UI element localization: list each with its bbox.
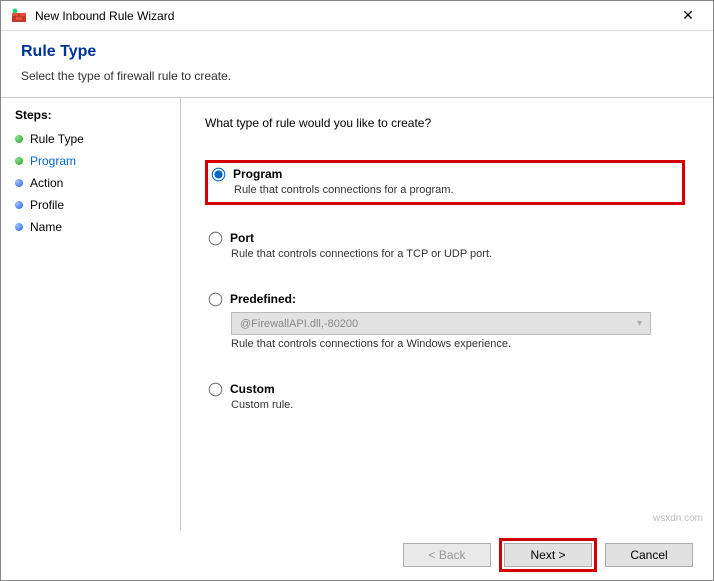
option-predefined-title: Predefined: [230,292,296,306]
cancel-button[interactable]: Cancel [605,543,693,567]
steps-heading: Steps: [15,108,166,122]
option-port: Port Rule that controls connections for … [205,227,685,266]
next-button-highlight: Next > [499,538,597,572]
step-label: Profile [30,198,64,212]
wizard-footer: < Back Next > Cancel [1,530,713,580]
bullet-icon [15,135,23,143]
page-title: Rule Type [21,43,693,61]
option-custom-title: Custom [230,382,275,396]
predefined-dropdown: @FirewallAPI.dll,-80200 ▾ [231,312,651,335]
step-rule-type[interactable]: Rule Type [15,128,166,150]
option-custom-desc: Custom rule. [231,399,681,411]
step-program[interactable]: Program [15,150,166,172]
option-port-desc: Rule that controls connections for a TCP… [231,248,681,260]
page-subtitle: Select the type of firewall rule to crea… [21,69,693,83]
option-program: Program Rule that controls connections f… [205,160,685,205]
option-predefined: Predefined: @FirewallAPI.dll,-80200 ▾ Ru… [205,288,685,356]
wizard-header: Rule Type Select the type of firewall ru… [1,31,713,87]
next-button[interactable]: Next > [504,543,592,567]
step-label: Action [30,176,63,190]
step-action[interactable]: Action [15,172,166,194]
option-program-desc: Rule that controls connections for a pro… [234,184,678,196]
step-label: Name [30,220,62,234]
bullet-icon [15,201,23,209]
back-button: < Back [403,543,491,567]
bullet-icon [15,223,23,231]
radio-predefined[interactable] [209,292,223,306]
option-port-title: Port [230,231,254,245]
step-label: Rule Type [30,132,84,146]
option-program-title: Program [233,167,282,181]
content-prompt: What type of rule would you like to crea… [205,116,685,130]
window-title: New Inbound Rule Wizard [35,9,673,23]
step-name[interactable]: Name [15,216,166,238]
radio-custom[interactable] [209,382,223,396]
wizard-content: What type of rule would you like to crea… [181,98,713,530]
steps-sidebar: Steps: Rule Type Program Action Profile … [1,98,181,530]
bullet-icon [15,179,23,187]
option-custom: Custom Custom rule. [205,378,685,417]
wizard-window: New Inbound Rule Wizard ✕ Rule Type Sele… [0,0,714,581]
radio-program[interactable] [212,167,226,181]
watermark: wsxdn.com [653,513,703,524]
predefined-value: @FirewallAPI.dll,-80200 [240,318,358,330]
step-profile[interactable]: Profile [15,194,166,216]
close-button[interactable]: ✕ [673,7,703,24]
firewall-app-icon [11,8,27,24]
wizard-body: Steps: Rule Type Program Action Profile … [1,98,713,530]
bullet-icon [15,157,23,165]
option-predefined-desc: Rule that controls connections for a Win… [231,338,681,350]
chevron-down-icon: ▾ [637,318,642,329]
titlebar: New Inbound Rule Wizard ✕ [1,1,713,31]
step-label: Program [30,154,76,168]
radio-port[interactable] [209,231,223,245]
